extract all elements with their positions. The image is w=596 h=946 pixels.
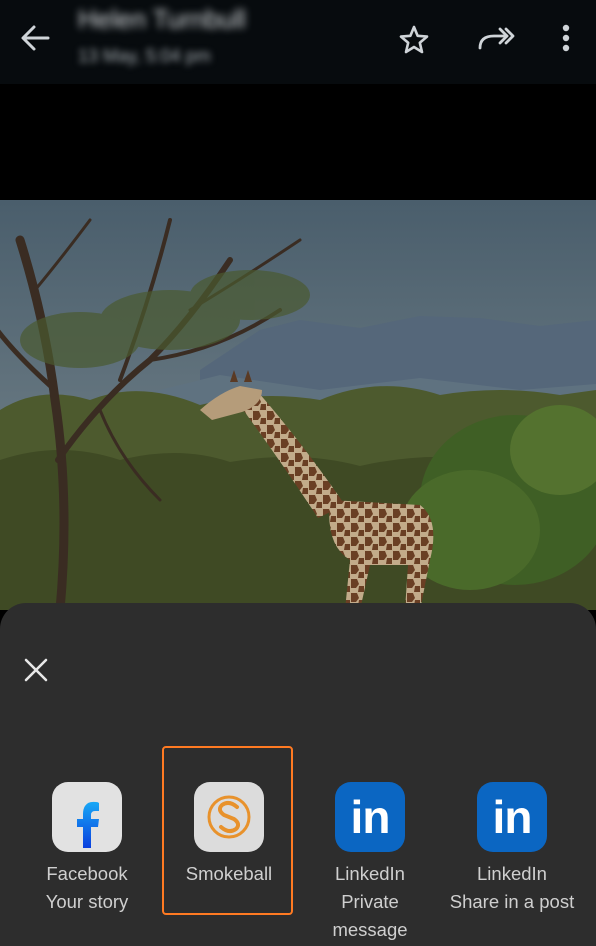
- more-vertical-icon: [562, 24, 570, 52]
- share-target-facebook-story[interactable]: Facebook Your story: [17, 782, 157, 916]
- app-name: LinkedIn: [335, 863, 405, 884]
- message-date: 13 May, 5:04 pm: [78, 46, 211, 66]
- selection-highlight: [162, 746, 293, 915]
- more-options-button[interactable]: [548, 18, 584, 58]
- linkedin-icon: in: [477, 782, 547, 852]
- close-button[interactable]: [18, 652, 54, 688]
- sender-name: Helen Turnbull: [78, 4, 246, 34]
- linkedin-icon: in: [335, 782, 405, 852]
- forward-icon: [478, 27, 515, 50]
- share-target-linkedin-message[interactable]: in LinkedIn Private message: [300, 782, 440, 944]
- facebook-icon: [52, 782, 122, 852]
- app-subtitle: Private message: [332, 891, 408, 940]
- star-button[interactable]: [392, 18, 436, 62]
- arrow-left-icon: [21, 25, 50, 51]
- forward-button[interactable]: [474, 18, 518, 58]
- close-icon: [24, 658, 48, 682]
- back-button[interactable]: [14, 18, 58, 58]
- linkedin-logo-text: in: [492, 791, 533, 843]
- star-icon: [399, 25, 429, 54]
- photo-giraffe[interactable]: [0, 200, 596, 610]
- app-bar: Helen Turnbull 13 May, 5:04 pm: [0, 0, 596, 84]
- linkedin-logo-text: in: [350, 791, 391, 843]
- app-subtitle: Your story: [45, 891, 129, 912]
- app-name: LinkedIn: [477, 863, 547, 884]
- app-name: Facebook: [46, 863, 128, 884]
- share-target-linkedin-post[interactable]: in LinkedIn Share in a post: [442, 782, 582, 916]
- app-subtitle: Share in a post: [449, 891, 575, 912]
